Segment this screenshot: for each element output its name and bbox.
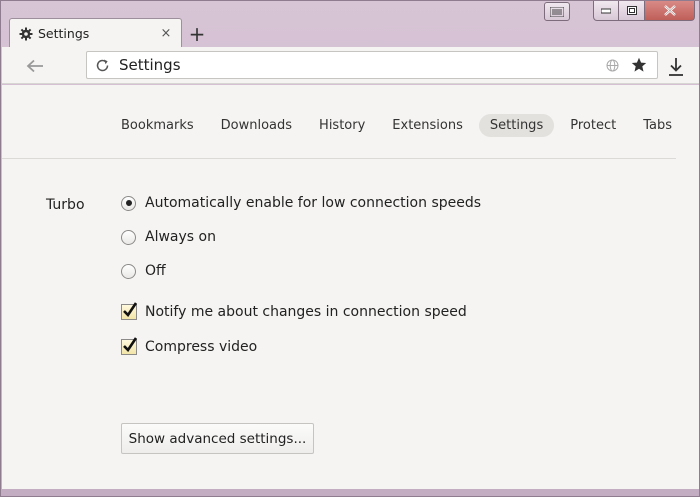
url-text: Settings <box>119 56 181 74</box>
minimize-icon <box>601 8 611 13</box>
checkbox-checked[interactable] <box>121 337 138 355</box>
compress-video-checkbox-row[interactable]: Compress video <box>121 337 258 355</box>
globe-icon[interactable] <box>606 58 620 72</box>
radio-button[interactable] <box>121 229 136 245</box>
close-icon <box>663 5 676 16</box>
nav-tab-tabs-on-other-devices[interactable]: Tabs on othe <box>632 114 676 137</box>
turbo-section-label: Turbo <box>46 197 85 213</box>
show-advanced-settings-button[interactable]: Show advanced settings... <box>121 423 314 454</box>
nav-tab-history[interactable]: History <box>308 114 376 137</box>
checkbox-label: Compress video <box>145 339 258 355</box>
toolbar: Settings <box>2 47 699 84</box>
gear-icon <box>19 27 33 41</box>
maximize-icon <box>626 6 637 15</box>
checkbox-checked[interactable] <box>121 302 138 320</box>
tab-title: Settings <box>38 26 90 41</box>
nav-tab-protect[interactable]: Protect <box>559 114 627 137</box>
settings-page: Bookmarks Downloads History Extensions S… <box>2 85 699 489</box>
bookmark-star-icon[interactable] <box>631 57 647 73</box>
turbo-option-always-on[interactable]: Always on <box>121 229 216 245</box>
address-bar[interactable]: Settings <box>86 51 658 79</box>
download-icon <box>669 58 683 76</box>
radio-label: Always on <box>145 229 216 245</box>
tab-settings[interactable]: Settings × <box>9 18 182 48</box>
back-arrow-icon <box>26 59 43 73</box>
notify-connection-checkbox-row[interactable]: Notify me about changes in connection sp… <box>121 302 467 320</box>
nav-tab-extensions[interactable]: Extensions <box>381 114 474 137</box>
menu-icon <box>550 6 564 17</box>
menu-button[interactable] <box>544 2 570 21</box>
checkmark-icon <box>123 337 138 353</box>
radio-button-selected[interactable] <box>121 195 136 211</box>
turbo-option-off[interactable]: Off <box>121 263 166 279</box>
downloads-button[interactable] <box>666 56 686 78</box>
nav-tab-settings[interactable]: Settings <box>478 113 555 137</box>
reload-icon[interactable] <box>95 57 111 73</box>
radio-label: Automatically enable for low connection … <box>145 195 482 211</box>
nav-tab-bookmarks[interactable]: Bookmarks <box>110 114 205 137</box>
title-bar: Settings × + <box>1 1 699 48</box>
checkbox-label: Notify me about changes in connection sp… <box>145 304 467 320</box>
radio-button[interactable] <box>121 263 136 279</box>
maximize-button[interactable] <box>619 1 645 21</box>
close-button[interactable] <box>645 1 695 21</box>
window-controls <box>593 1 697 21</box>
checkmark-icon <box>123 302 138 318</box>
nav-divider <box>2 158 676 159</box>
minimize-button[interactable] <box>593 1 619 21</box>
browser-window: Settings × + Settings Bookmarks Download… <box>0 0 700 497</box>
turbo-option-auto[interactable]: Automatically enable for low connection … <box>121 195 481 211</box>
tab-close-icon[interactable]: × <box>158 26 174 41</box>
back-button[interactable] <box>22 56 48 76</box>
radio-label: Off <box>145 263 166 279</box>
nav-tab-downloads[interactable]: Downloads <box>210 114 303 137</box>
new-tab-button[interactable]: + <box>187 24 207 44</box>
settings-nav: Bookmarks Downloads History Extensions S… <box>110 112 676 138</box>
